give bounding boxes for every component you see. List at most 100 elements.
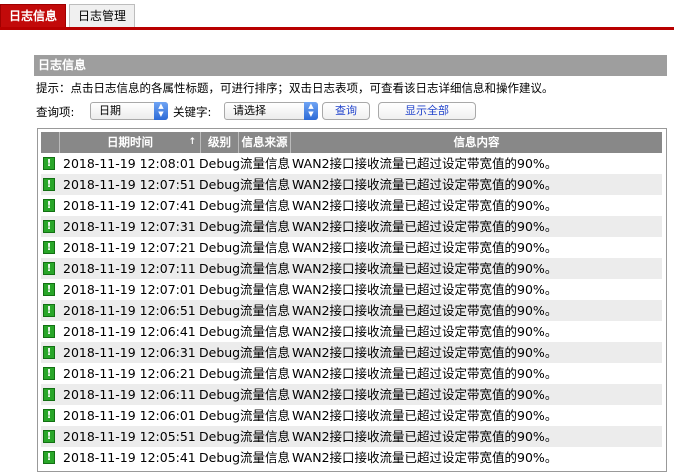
header-content[interactable]: 信息内容 bbox=[291, 132, 662, 153]
cell-source: 流量信息 bbox=[240, 282, 291, 297]
query-item-value: 日期 bbox=[99, 104, 121, 117]
show-all-button[interactable]: 显示全部 bbox=[378, 102, 476, 120]
exclamation-icon: ! bbox=[43, 409, 55, 422]
cell-level: Debug bbox=[199, 261, 241, 276]
cell-content: WAN2接口接收流量已超过设定带宽值的90%。 bbox=[292, 240, 558, 255]
cell-datetime: 2018-11-19 12:06:01 bbox=[63, 408, 196, 423]
header-source[interactable]: 信息来源 bbox=[239, 132, 291, 153]
cell-datetime: 2018-11-19 12:06:11 bbox=[63, 387, 196, 402]
exclamation-icon: ! bbox=[43, 241, 55, 254]
tab-log-management[interactable]: 日志管理 bbox=[69, 4, 135, 27]
search-button[interactable]: 查询 bbox=[322, 102, 370, 120]
cell-datetime: 2018-11-19 12:05:51 bbox=[63, 429, 196, 444]
cell-source: 流量信息 bbox=[240, 219, 291, 234]
table-row[interactable]: ! 2018-11-19 12:06:21 Debug 流量信息 WAN2接口接收流量已… bbox=[41, 363, 662, 384]
exclamation-icon: ! bbox=[43, 325, 55, 338]
header-level[interactable]: 级别 bbox=[201, 132, 239, 153]
cell-content: WAN2接口接收流量已超过设定带宽值的90%。 bbox=[292, 261, 558, 276]
cell-datetime: 2018-11-19 12:06:31 bbox=[63, 345, 196, 360]
cell-content: WAN2接口接收流量已超过设定带宽值的90%。 bbox=[292, 429, 558, 444]
exclamation-icon: ! bbox=[43, 304, 55, 317]
cell-datetime: 2018-11-19 12:08:01 bbox=[63, 156, 196, 171]
cell-level: Debug bbox=[199, 387, 241, 402]
cell-content: WAN2接口接收流量已超过设定带宽值的90%。 bbox=[292, 219, 558, 234]
cell-level: Debug bbox=[199, 303, 241, 318]
cell-datetime: 2018-11-19 12:06:21 bbox=[63, 366, 196, 381]
cell-source: 流量信息 bbox=[240, 387, 291, 402]
cell-level: Debug bbox=[199, 177, 241, 192]
cell-level: Debug bbox=[199, 450, 241, 465]
section-title: 日志信息 bbox=[34, 55, 667, 76]
table-row[interactable]: ! 2018-11-19 12:07:41 Debug 流量信息 WAN2接口接收流量已… bbox=[41, 195, 662, 216]
exclamation-icon: ! bbox=[43, 283, 55, 296]
cell-source: 流量信息 bbox=[240, 408, 291, 423]
keyword-value: 请选择 bbox=[233, 104, 266, 117]
cell-level: Debug bbox=[199, 240, 241, 255]
exclamation-icon: ! bbox=[43, 199, 55, 212]
cell-datetime: 2018-11-19 12:06:41 bbox=[63, 324, 196, 339]
table-row[interactable]: ! 2018-11-19 12:06:01 Debug 流量信息 WAN2接口接收流量已… bbox=[41, 405, 662, 426]
exclamation-icon: ! bbox=[43, 178, 55, 191]
cell-content: WAN2接口接收流量已超过设定带宽值的90%。 bbox=[292, 408, 558, 423]
cell-datetime: 2018-11-19 12:05:41 bbox=[63, 450, 196, 465]
header-datetime-label: 日期时间 bbox=[107, 135, 153, 149]
table-row[interactable]: ! 2018-11-19 12:07:01 Debug 流量信息 WAN2接口接收流量已… bbox=[41, 279, 662, 300]
cell-level: Debug bbox=[199, 156, 241, 171]
cell-content: WAN2接口接收流量已超过设定带宽值的90%。 bbox=[292, 450, 558, 465]
cell-datetime: 2018-11-19 12:07:11 bbox=[63, 261, 196, 276]
cell-source: 流量信息 bbox=[240, 303, 291, 318]
table-row[interactable]: ! 2018-11-19 12:06:41 Debug 流量信息 WAN2接口接收流量已… bbox=[41, 321, 662, 342]
cell-level: Debug bbox=[199, 324, 241, 339]
exclamation-icon: ! bbox=[43, 430, 55, 443]
keyword-label: 关键字: bbox=[173, 105, 212, 119]
query-item-label: 查询项: bbox=[36, 105, 75, 119]
sort-arrow-icon: ↑ bbox=[188, 137, 196, 147]
cell-datetime: 2018-11-19 12:07:01 bbox=[63, 282, 196, 297]
table-row[interactable]: ! 2018-11-19 12:05:41 Debug 流量信息 WAN2接口接收流量已… bbox=[41, 447, 662, 468]
header-datetime[interactable]: 日期时间 ↑ bbox=[60, 132, 201, 153]
exclamation-icon: ! bbox=[43, 451, 55, 464]
cell-source: 流量信息 bbox=[240, 240, 291, 255]
table-row[interactable]: ! 2018-11-19 12:07:31 Debug 流量信息 WAN2接口接收流量已… bbox=[41, 216, 662, 237]
table-row[interactable]: ! 2018-11-19 12:07:51 Debug 流量信息 WAN2接口接收流量已… bbox=[41, 174, 662, 195]
table-row[interactable]: ! 2018-11-19 12:05:51 Debug 流量信息 WAN2接口接收流量已… bbox=[41, 426, 662, 447]
table-row[interactable]: ! 2018-11-19 12:07:21 Debug 流量信息 WAN2接口接收流量已… bbox=[41, 237, 662, 258]
table-row[interactable]: ! 2018-11-19 12:06:11 Debug 流量信息 WAN2接口接收流量已… bbox=[41, 384, 662, 405]
exclamation-icon: ! bbox=[43, 262, 55, 275]
cell-source: 流量信息 bbox=[240, 366, 291, 381]
cell-datetime: 2018-11-19 12:07:41 bbox=[63, 198, 196, 213]
cell-content: WAN2接口接收流量已超过设定带宽值的90%。 bbox=[292, 324, 558, 339]
hint-text: 提示：点击日志信息的各属性标题，可进行排序；双击日志表项，可查看该日志详细信息和… bbox=[36, 81, 554, 95]
cell-datetime: 2018-11-19 12:07:21 bbox=[63, 240, 196, 255]
select-arrows-icon: ▲ ▼ bbox=[304, 102, 318, 120]
cell-source: 流量信息 bbox=[240, 345, 291, 360]
cell-content: WAN2接口接收流量已超过设定带宽值的90%。 bbox=[292, 177, 558, 192]
table-row[interactable]: ! 2018-11-19 12:06:51 Debug 流量信息 WAN2接口接收流量已… bbox=[41, 300, 662, 321]
tab-log-info[interactable]: 日志信息 bbox=[0, 4, 66, 27]
cell-level: Debug bbox=[199, 282, 241, 297]
log-table: 日期时间 ↑ 级别 信息来源 信息内容 ! 2018-11-19 12:08:01… bbox=[37, 128, 667, 472]
exclamation-icon: ! bbox=[43, 367, 55, 380]
cell-content: WAN2接口接收流量已超过设定带宽值的90%。 bbox=[292, 345, 558, 360]
cell-content: WAN2接口接收流量已超过设定带宽值的90%。 bbox=[292, 282, 558, 297]
keyword-select[interactable]: 请选择 ▲ ▼ bbox=[224, 102, 318, 120]
table-row[interactable]: ! 2018-11-19 12:07:11 Debug 流量信息 WAN2接口接收流量已… bbox=[41, 258, 662, 279]
table-header: 日期时间 ↑ 级别 信息来源 信息内容 bbox=[41, 132, 662, 153]
cell-level: Debug bbox=[199, 345, 241, 360]
cell-level: Debug bbox=[199, 198, 241, 213]
select-arrows-icon: ▲ ▼ bbox=[154, 102, 168, 120]
cell-source: 流量信息 bbox=[240, 450, 291, 465]
cell-datetime: 2018-11-19 12:07:51 bbox=[63, 177, 196, 192]
exclamation-icon: ! bbox=[43, 157, 55, 170]
exclamation-icon: ! bbox=[43, 346, 55, 359]
cell-datetime: 2018-11-19 12:06:51 bbox=[63, 303, 196, 318]
cell-source: 流量信息 bbox=[240, 156, 291, 171]
cell-source: 流量信息 bbox=[240, 177, 291, 192]
cell-content: WAN2接口接收流量已超过设定带宽值的90%。 bbox=[292, 387, 558, 402]
query-item-select[interactable]: 日期 ▲ ▼ bbox=[90, 102, 168, 120]
table-row[interactable]: ! 2018-11-19 12:08:01 Debug 流量信息 WAN2接口接收流量已… bbox=[41, 153, 662, 174]
cell-content: WAN2接口接收流量已超过设定带宽值的90%。 bbox=[292, 198, 558, 213]
cell-content: WAN2接口接收流量已超过设定带宽值的90%。 bbox=[292, 156, 558, 171]
table-row[interactable]: ! 2018-11-19 12:06:31 Debug 流量信息 WAN2接口接收流量已… bbox=[41, 342, 662, 363]
cell-level: Debug bbox=[199, 429, 241, 444]
